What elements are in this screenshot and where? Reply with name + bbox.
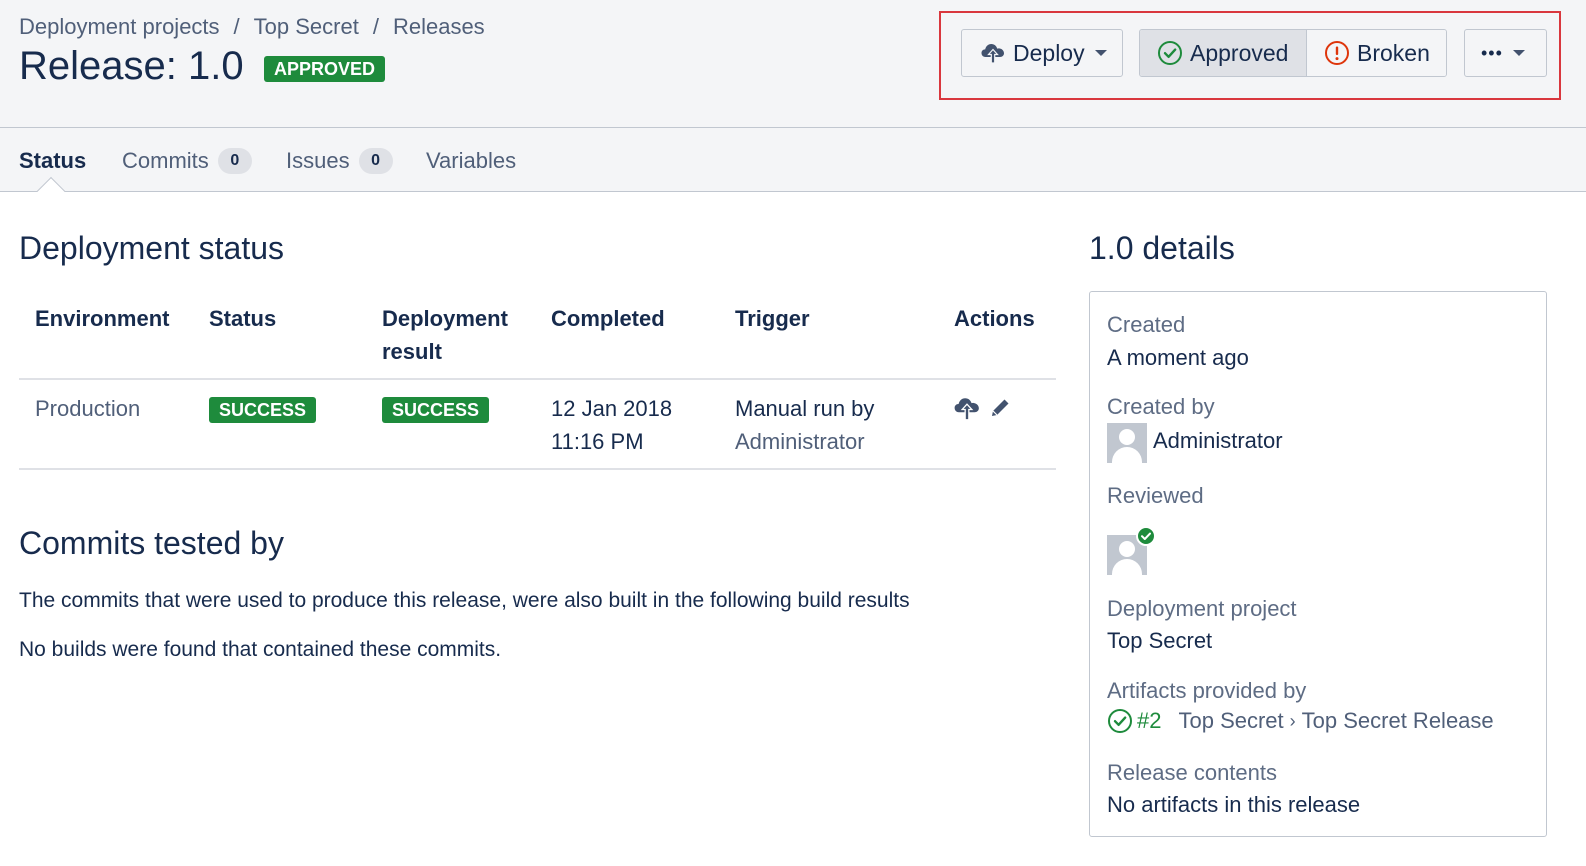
breadcrumb: Deployment projects / Top Secret / Releases <box>19 14 485 40</box>
environment-link[interactable]: Production <box>35 396 140 421</box>
artifacts-label: Artifacts provided by <box>1107 678 1307 703</box>
deployment-project-label: Deployment project <box>1107 596 1297 621</box>
approved-button-label: Approved <box>1190 39 1289 66</box>
more-actions-button[interactable]: ••• <box>1464 29 1547 77</box>
release-contents-label: Release contents <box>1107 760 1277 785</box>
approved-button[interactable]: Approved <box>1140 30 1306 76</box>
chevron-down-icon <box>1094 50 1107 56</box>
breadcrumb-top-secret[interactable]: Top Secret <box>254 14 359 39</box>
column-header-environment: Environment <box>35 306 170 331</box>
tab-status-label: Status <box>19 148 87 173</box>
artifacts-plan-link[interactable]: Top Secret Release <box>1302 708 1494 734</box>
chevron-down-icon <box>1512 50 1525 56</box>
table-header-divider <box>19 378 1056 380</box>
avatar <box>1107 423 1147 463</box>
created-by-user-link[interactable]: Administrator <box>1153 428 1283 454</box>
completed-date: 12 Jan 2018 <box>551 396 673 421</box>
column-header-trigger: Trigger <box>735 306 810 331</box>
tab-status[interactable]: Status <box>19 148 86 174</box>
review-button-group: Approved Broken <box>1139 29 1447 77</box>
artifacts-provider: #2 Top Secret › Top Secret Release <box>1107 708 1494 734</box>
tab-issues[interactable]: Issues 0 <box>286 148 393 174</box>
tab-commits-label: Commits <box>122 148 209 173</box>
breadcrumb-separator: / <box>372 14 379 39</box>
broken-button[interactable]: Broken <box>1306 30 1446 76</box>
edit-icon[interactable] <box>989 397 1011 419</box>
deployment-project-link[interactable]: Top Secret <box>1107 628 1212 654</box>
deployment-status-heading: Deployment status <box>19 230 285 266</box>
tab-commits[interactable]: Commits 0 <box>122 148 252 174</box>
column-header-actions: Actions <box>954 306 1035 331</box>
details-heading: 1.0 details <box>1089 230 1235 266</box>
column-header-completed: Completed <box>551 306 665 331</box>
details-panel: Created A moment ago Created by Administ… <box>1089 291 1547 837</box>
artifacts-build-link[interactable]: #2 <box>1137 708 1161 734</box>
trigger-text: Manual run by <box>735 396 875 421</box>
release-contents-value: No artifacts in this release <box>1107 792 1361 817</box>
column-header-status: Status <box>209 306 277 331</box>
tab-bar: Status Commits 0 Issues 0 Variables <box>0 128 1586 192</box>
cloud-upload-icon <box>980 40 1006 66</box>
breadcrumb-deployment-projects[interactable]: Deployment projects <box>19 14 220 39</box>
commits-tested-empty: No builds were found that contained thes… <box>19 638 502 661</box>
ellipsis-icon: ••• <box>1481 42 1503 63</box>
tab-variables-label: Variables <box>426 148 517 173</box>
created-label: Created <box>1107 312 1186 337</box>
breadcrumb-releases[interactable]: Releases <box>393 14 485 39</box>
check-badge-icon <box>1136 526 1156 546</box>
broken-button-label: Broken <box>1357 39 1430 66</box>
table-bottom-divider <box>19 468 1056 470</box>
issues-count-badge: 0 <box>358 148 393 174</box>
deploy-button-label: Deploy <box>1013 39 1085 66</box>
completed-time: 11:16 PM <box>551 429 644 454</box>
commits-tested-description: The commits that were used to produce th… <box>19 589 910 612</box>
reviewed-label: Reviewed <box>1107 483 1204 508</box>
breadcrumb-separator: / <box>233 14 240 39</box>
deploy-button[interactable]: Deploy <box>961 29 1123 77</box>
created-by-label: Created by <box>1107 394 1215 419</box>
trigger-user-link[interactable]: Administrator <box>735 429 865 454</box>
release-status-badge: APPROVED <box>264 56 386 82</box>
error-circle-icon <box>1324 40 1350 66</box>
tab-issues-label: Issues <box>286 148 350 173</box>
column-header-deployment-result: Deployment result <box>382 306 508 364</box>
commits-tested-heading: Commits tested by <box>19 525 284 561</box>
artifacts-project-link[interactable]: Top Secret <box>1178 708 1283 734</box>
tab-variables[interactable]: Variables <box>426 148 516 174</box>
page-title: Release: 1.0 <box>19 44 244 88</box>
check-circle-icon <box>1107 708 1133 734</box>
status-badge: SUCCESS <box>209 397 317 423</box>
commits-count-badge: 0 <box>217 148 252 174</box>
check-circle-icon <box>1157 40 1183 66</box>
artifacts-separator: › <box>1289 710 1296 731</box>
deploy-icon[interactable] <box>953 395 981 423</box>
deployment-result-badge[interactable]: SUCCESS <box>382 397 490 423</box>
created-value: A moment ago <box>1107 345 1249 370</box>
page-header: Deployment projects / Top Secret / Releases … <box>0 0 1586 128</box>
